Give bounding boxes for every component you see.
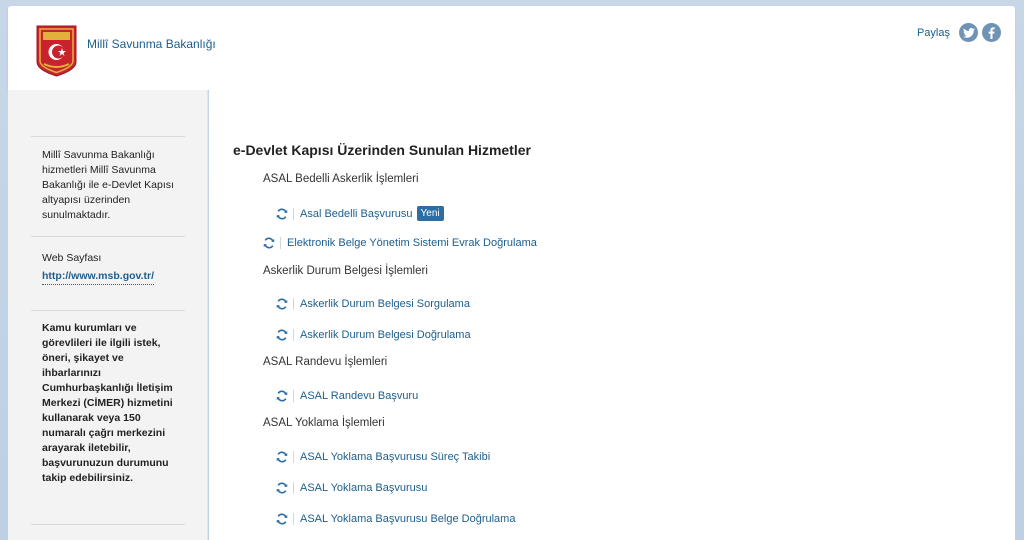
service-link-askerlik-durum-dogrulama[interactable]: Askerlik Durum Belgesi Doğrulama (275, 328, 471, 341)
service-link-askerlik-durum-sorgulama[interactable]: Askerlik Durum Belgesi Sorgulama (275, 297, 470, 310)
sidebar-intro-block: Millî Savunma Bakanlığı hizmetleri Millî… (31, 136, 185, 236)
sidebar-intro-text: Millî Savunma Bakanlığı hizmetleri Millî… (42, 149, 174, 221)
separator (293, 207, 294, 220)
service-label[interactable]: Asal Bedelli Başvurusu (300, 208, 413, 220)
service-link-asal-yoklama-basvurusu[interactable]: ASAL Yoklama Başvurusu (275, 481, 427, 494)
header: Millî Savunma Bakanlığı Paylaş (8, 6, 1015, 90)
share-bar: Paylaş (917, 23, 1001, 42)
service-link-asal-yoklama-surec-takibi[interactable]: ASAL Yoklama Başvurusu Süreç Takibi (275, 450, 490, 463)
service-label[interactable]: ASAL Yoklama Başvurusu (300, 482, 427, 494)
group-label: Askerlik Durum Belgesi İşlemleri (263, 265, 428, 277)
group-label: ASAL Yoklama İşlemleri (263, 417, 385, 429)
service-link-asal-randevu-basvuru[interactable]: ASAL Randevu Başvuru (275, 389, 418, 402)
share-label: Paylaş (916, 26, 950, 39)
sidebar-divider (31, 524, 185, 525)
sidebar-web-block: Web Sayfası http://www.msb.gov.tr/ (31, 236, 185, 302)
refresh-icon (275, 297, 288, 310)
new-badge: Yeni (416, 206, 444, 221)
service-label[interactable]: Askerlik Durum Belgesi Sorgulama (300, 298, 470, 310)
sidebar: Millî Savunma Bakanlığı hizmetleri Millî… (8, 90, 208, 540)
service-label[interactable]: Elektronik Belge Yönetim Sistemi Evrak D… (287, 237, 537, 249)
web-page-label: Web Sayfası (42, 252, 102, 264)
org-name[interactable]: Millî Savunma Bakanlığı (87, 37, 216, 51)
separator (293, 389, 294, 402)
msb-emblem-logo[interactable] (35, 24, 78, 77)
separator (280, 236, 281, 249)
separator (293, 450, 294, 463)
refresh-icon (275, 481, 288, 494)
page: Millî Savunma Bakanlığı Paylaş Millî Sav… (8, 6, 1015, 540)
web-page-link[interactable]: http://www.msb.gov.tr/ (42, 270, 154, 285)
separator (293, 297, 294, 310)
separator (293, 512, 294, 525)
page-title: e-Devlet Kapısı Üzerinden Sunulan Hizmet… (233, 142, 531, 158)
sidebar-cimer-block: Kamu kurumları ve görevlileri ile ilgili… (31, 310, 185, 510)
refresh-icon (275, 450, 288, 463)
separator (293, 481, 294, 494)
service-link-asal-bedelli-basvurusu[interactable]: Asal Bedelli Başvurusu Yeni (275, 206, 444, 221)
cimer-text: Kamu kurumları ve görevlileri ile ilgili… (42, 322, 173, 484)
group-label: ASAL Bedelli Askerlik İşlemleri (263, 173, 419, 185)
refresh-icon (275, 389, 288, 402)
service-link-ebys-evrak-dogrulama[interactable]: Elektronik Belge Yönetim Sistemi Evrak D… (262, 236, 537, 249)
separator (293, 328, 294, 341)
refresh-icon (275, 512, 288, 525)
service-label[interactable]: ASAL Yoklama Başvurusu Süreç Takibi (300, 451, 490, 463)
twitter-icon[interactable] (959, 23, 978, 42)
refresh-icon (275, 328, 288, 341)
main-content: e-Devlet Kapısı Üzerinden Sunulan Hizmet… (209, 90, 1015, 540)
refresh-icon (262, 236, 275, 249)
service-label[interactable]: ASAL Randevu Başvuru (300, 390, 418, 402)
service-label[interactable]: ASAL Yoklama Başvurusu Belge Doğrulama (300, 513, 515, 525)
service-label[interactable]: Askerlik Durum Belgesi Doğrulama (300, 329, 471, 341)
facebook-icon[interactable] (982, 23, 1001, 42)
service-link-asal-yoklama-belge-dogrulama[interactable]: ASAL Yoklama Başvurusu Belge Doğrulama (275, 512, 515, 525)
group-label: ASAL Randevu İşlemleri (263, 356, 388, 368)
refresh-icon (275, 207, 288, 220)
